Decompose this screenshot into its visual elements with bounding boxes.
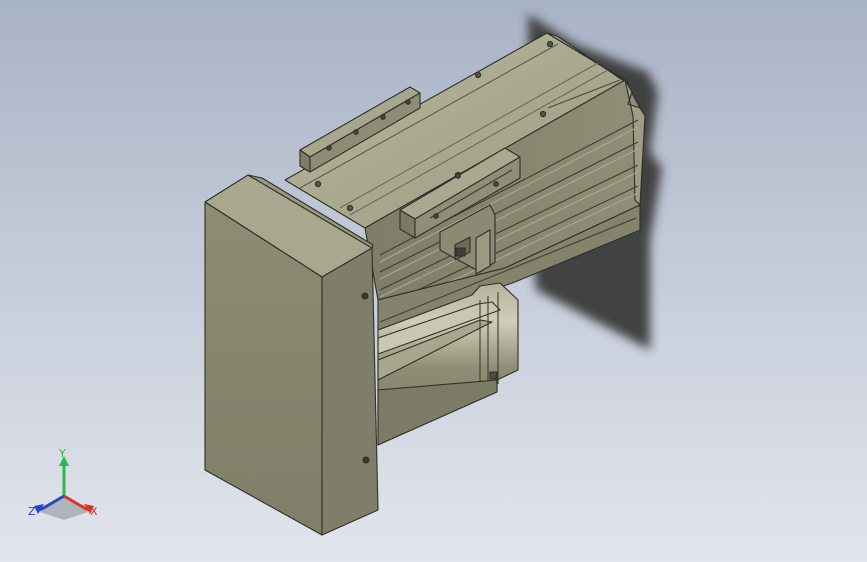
model-render[interactable] — [0, 0, 867, 562]
end-plate — [204, 174, 379, 536]
orientation-triad[interactable]: Y X Z — [24, 448, 104, 524]
cad-viewport[interactable]: Y X Z — [0, 0, 867, 562]
z-axis-label: Z — [28, 505, 36, 518]
x-axis-label: X — [90, 505, 98, 518]
y-axis-label: Y — [59, 447, 66, 460]
triad-base-icon — [40, 496, 88, 520]
